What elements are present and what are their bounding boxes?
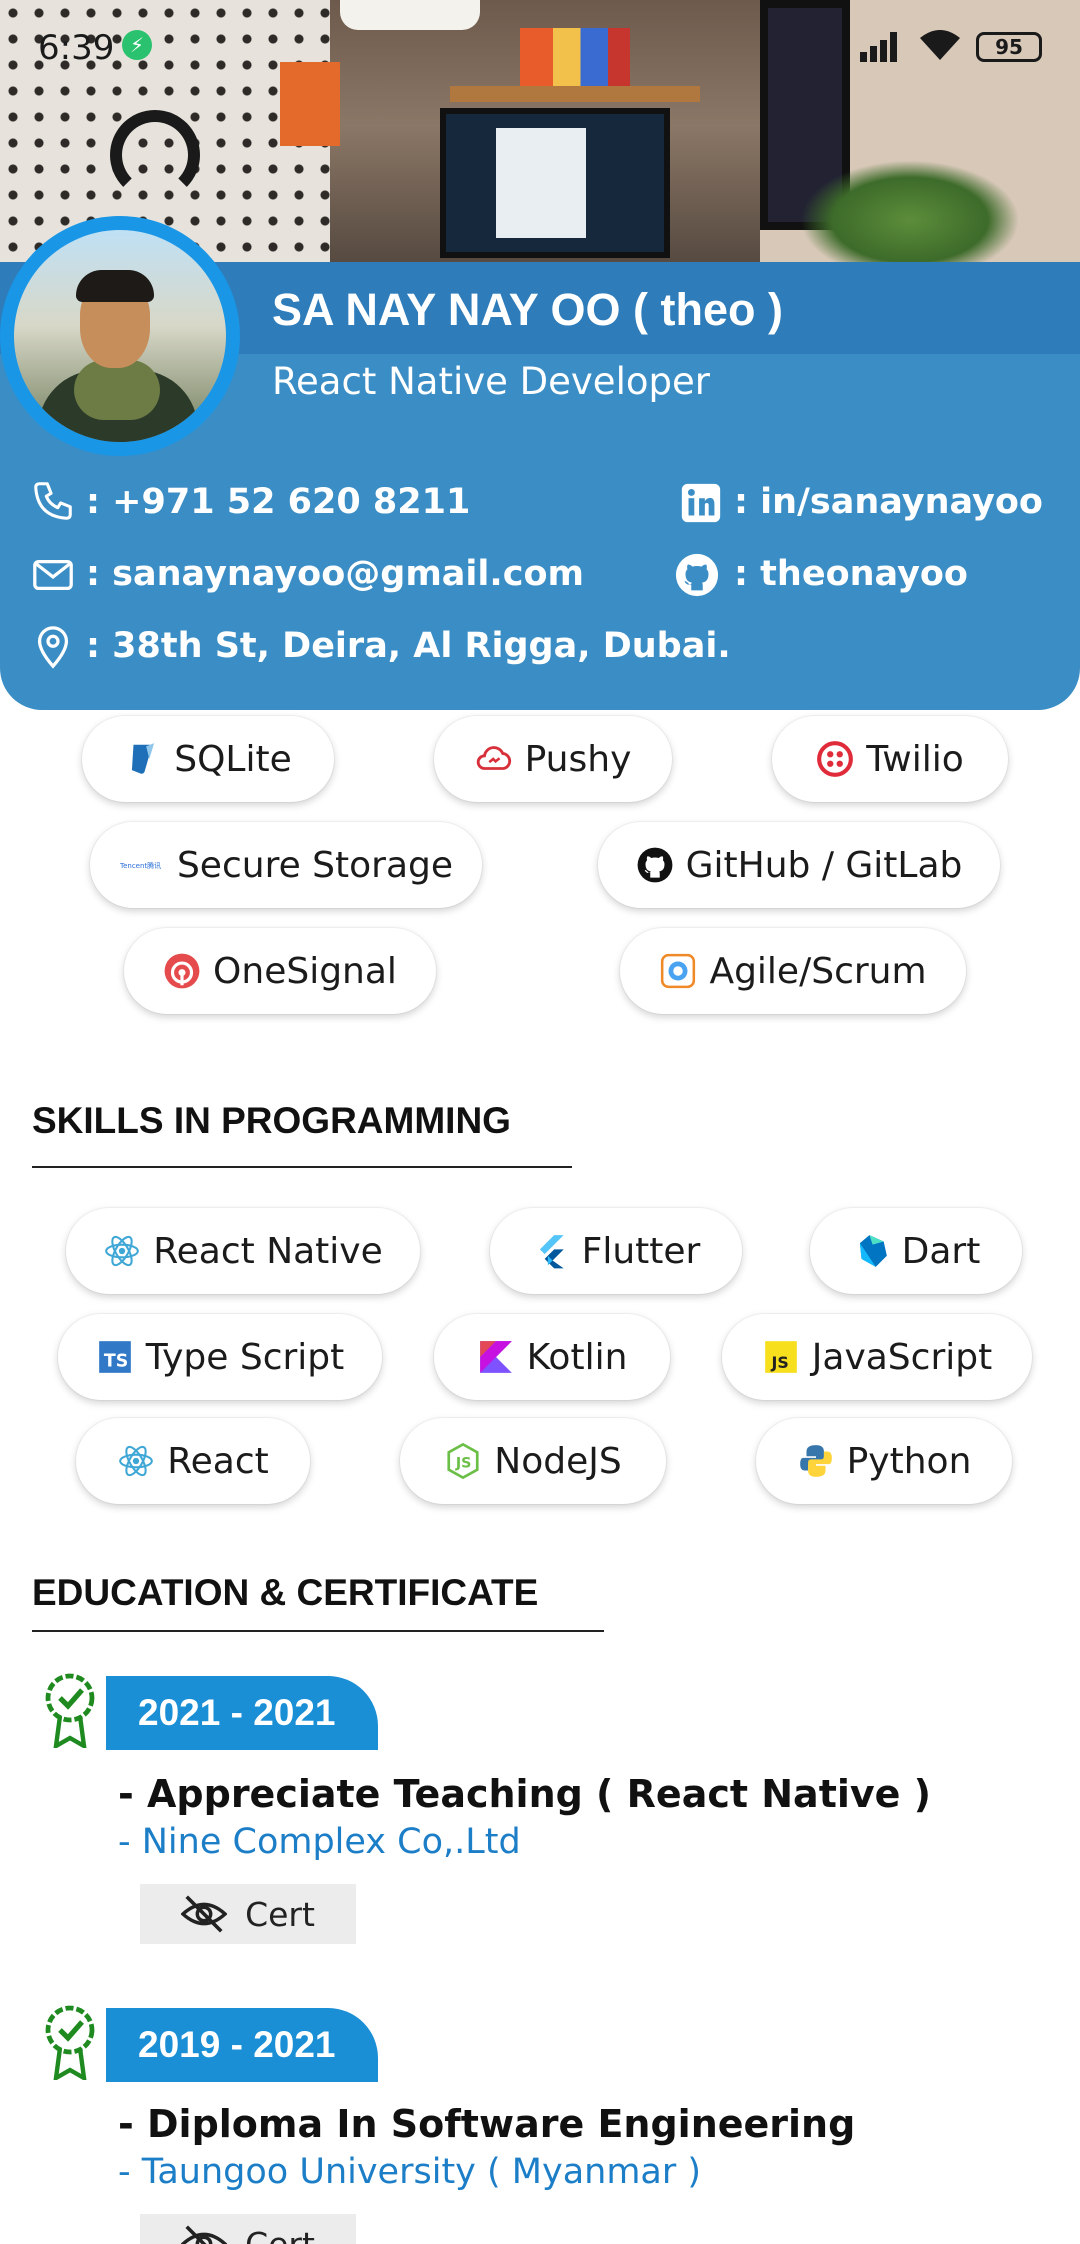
chip-label: Secure Storage — [176, 844, 454, 886]
chip-label: Pushy — [524, 738, 632, 780]
chip-agile-scrum[interactable]: Agile/Scrum — [620, 928, 966, 1014]
chip-github-gitlab[interactable]: GitHub / GitLab — [598, 822, 1000, 908]
education-organization: - Taungoo University ( Myanmar ) — [118, 2152, 702, 2192]
github-icon — [674, 552, 720, 598]
wifi-icon — [918, 28, 962, 64]
skills-heading-underline — [32, 1166, 572, 1168]
chip-dart[interactable]: Dart — [810, 1208, 1022, 1294]
cert-button-label: Cert — [245, 2224, 315, 2244]
chip-nodejs[interactable]: JS NodeJS — [400, 1418, 666, 1504]
profile-role: React Native Developer — [272, 360, 710, 403]
svg-text:JS: JS — [770, 1353, 788, 1372]
location-pin-icon — [30, 624, 76, 670]
svg-text:Tencent腾讯: Tencent腾讯 — [119, 861, 161, 870]
chip-label: Twilio — [866, 738, 964, 780]
dart-icon — [852, 1232, 890, 1270]
chip-label: Python — [846, 1440, 972, 1482]
award-badge-icon — [42, 1672, 98, 1751]
chip-javascript[interactable]: JS JavaScript — [722, 1314, 1032, 1400]
education-heading-underline — [32, 1630, 604, 1632]
cert-button[interactable]: Cert — [140, 2214, 356, 2244]
chip-label: Type Script — [145, 1336, 345, 1378]
year-range-tab: 2019 - 2021 — [106, 2008, 378, 2082]
chip-label: SQLite — [174, 738, 292, 780]
chip-react-native[interactable]: React Native — [66, 1208, 420, 1294]
typescript-icon: TS — [96, 1338, 134, 1376]
address-text: : 38th St, Deira, Al Rigga, Dubai. — [86, 626, 731, 666]
avatar[interactable] — [14, 230, 226, 442]
cert-button-label: Cert — [245, 1894, 315, 1934]
chip-flutter[interactable]: Flutter — [490, 1208, 742, 1294]
education-organization: - Nine Complex Co,.Ltd — [118, 1822, 521, 1862]
chip-label: Dart — [901, 1230, 981, 1272]
pushy-cloud-icon — [475, 740, 513, 778]
sqlite-icon — [124, 740, 162, 778]
status-bar: 6:39 ⚡ 95 — [0, 0, 1080, 96]
battery-icon: 95 — [976, 32, 1042, 62]
chip-typescript[interactable]: TS Type Script — [58, 1314, 382, 1400]
phone-number[interactable]: : +971 52 620 8211 — [86, 482, 470, 522]
chip-secure-storage[interactable]: Tencent腾讯 Secure Storage — [90, 822, 482, 908]
mail-icon — [30, 552, 76, 598]
chip-label: Flutter — [581, 1230, 701, 1272]
email-address[interactable]: : sanaynayoo@gmail.com — [86, 554, 584, 594]
profile-name: SA NAY NAY OO ( theo ) — [272, 284, 783, 335]
javascript-icon: JS — [762, 1338, 800, 1376]
chip-label: React — [167, 1440, 269, 1482]
chip-label: Agile/Scrum — [709, 950, 927, 992]
charging-icon: ⚡ — [122, 30, 152, 60]
education-heading: EDUCATION & CERTIFICATE — [32, 1572, 539, 1613]
year-range-tab: 2021 - 2021 — [106, 1676, 378, 1750]
eye-off-icon — [181, 1895, 228, 1933]
github-icon — [636, 846, 674, 884]
chip-onesignal[interactable]: OneSignal — [124, 928, 436, 1014]
cert-button[interactable]: Cert — [140, 1884, 356, 1944]
chip-label: OneSignal — [213, 950, 397, 992]
chip-python[interactable]: Python — [756, 1418, 1012, 1504]
education-title: - Diploma In Software Engineering — [118, 2102, 856, 2146]
award-badge-icon — [42, 2004, 98, 2083]
svg-text:JS: JS — [455, 1455, 472, 1471]
twilio-icon — [816, 740, 854, 778]
kotlin-icon — [477, 1338, 515, 1376]
chip-label: NodeJS — [494, 1440, 622, 1482]
chip-twilio[interactable]: Twilio — [772, 716, 1008, 802]
chip-label: React Native — [153, 1230, 383, 1272]
react-icon — [103, 1232, 141, 1270]
eye-off-icon — [181, 2225, 228, 2244]
chip-sqlite[interactable]: SQLite — [82, 716, 334, 802]
linkedin-link[interactable]: : in/sanaynayoo — [734, 482, 1043, 522]
status-time: 6:39 — [38, 28, 115, 68]
skills-heading: SKILLS IN PROGRAMMING — [32, 1100, 511, 1141]
chip-pushy[interactable]: Pushy — [434, 716, 672, 802]
onesignal-icon — [163, 952, 201, 990]
chip-react[interactable]: React — [76, 1418, 310, 1504]
phone-icon — [30, 478, 76, 524]
agile-icon — [659, 952, 697, 990]
flutter-icon — [532, 1232, 570, 1270]
python-icon — [797, 1442, 835, 1480]
nodejs-icon: JS — [444, 1442, 482, 1480]
linkedin-icon — [678, 480, 724, 526]
svg-text:TS: TS — [104, 1352, 128, 1372]
chip-label: GitHub / GitLab — [685, 844, 963, 886]
chip-label: Kotlin — [526, 1336, 628, 1378]
chip-label: JavaScript — [811, 1336, 993, 1378]
education-title: - Appreciate Teaching ( React Native ) — [118, 1772, 932, 1816]
react-icon — [117, 1442, 155, 1480]
chip-kotlin[interactable]: Kotlin — [434, 1314, 670, 1400]
tencent-icon: Tencent腾讯 — [119, 846, 165, 884]
github-link[interactable]: : theonayoo — [734, 554, 968, 594]
signal-icon — [860, 30, 904, 62]
